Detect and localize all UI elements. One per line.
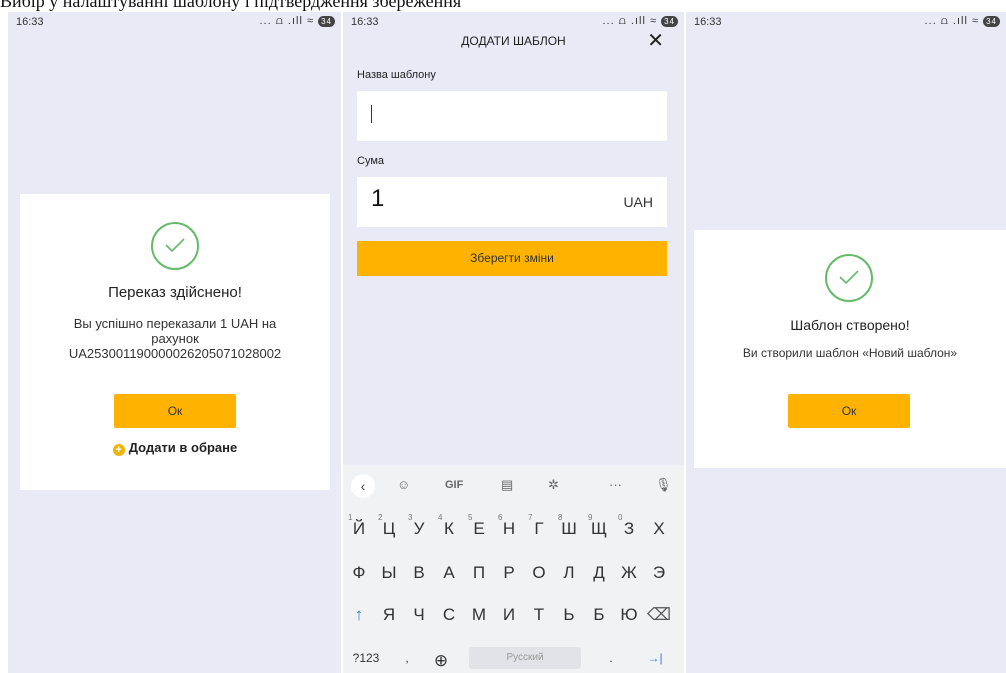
keyboard-back-icon[interactable]: ‹ — [351, 474, 375, 498]
shift-icon[interactable]: ↑ — [345, 605, 373, 625]
status-time: 16:33 — [351, 16, 379, 28]
ok-button[interactable]: Ок — [788, 394, 910, 428]
signal-icon: ... ⩍ .ıll ≈ — [259, 15, 315, 27]
status-icons: ... ⩍ .ıll ≈ 34 — [924, 15, 1000, 28]
key[interactable]: 2Ц — [375, 513, 403, 539]
signal-icon: ... ⩍ .ıll ≈ — [602, 15, 658, 27]
backspace-icon[interactable]: ⌫ — [645, 605, 673, 625]
save-changes-button[interactable]: Зберегти зміни — [357, 241, 667, 276]
page-title: ДОДАТИ ШАБЛОН — [461, 34, 566, 48]
key[interactable]: Ы — [375, 563, 403, 583]
status-time: 16:33 — [16, 16, 44, 28]
key[interactable]: 4К — [435, 513, 463, 539]
key[interactable]: И — [495, 605, 523, 625]
keyboard-toolbar: ‹ ☺ GIF ▤ ✲ ··· 🎙 — [343, 465, 684, 507]
mic-icon[interactable]: 🎙 — [655, 477, 672, 493]
check-icon — [151, 222, 199, 270]
status-bar: 16:33 ... ⩍ .ıll ≈ 34 — [343, 12, 684, 36]
battery-icon: 34 — [983, 15, 1000, 27]
dialog-account-number: UA253001190000026205071028002 — [68, 346, 282, 361]
settings-icon[interactable]: ✲ — [548, 477, 559, 493]
space-key[interactable]: Русский — [469, 647, 581, 669]
key[interactable]: Д — [585, 563, 613, 583]
clipboard-icon[interactable]: ▤ — [501, 477, 513, 493]
key[interactable]: Т — [525, 605, 553, 625]
key[interactable]: 9Щ — [585, 513, 613, 539]
dialog-line-1: Вы успішно переказали 1 UAH на — [73, 316, 277, 331]
success-dialog: Переказ здійснено! Вы успішно переказали… — [20, 194, 330, 490]
signal-icon: ... ⩍ .ıll ≈ — [924, 15, 980, 27]
key[interactable]: 0З — [615, 513, 643, 539]
period-key[interactable]: . — [597, 651, 625, 665]
screen-template-created: 16:33 ... ⩍ .ıll ≈ 34 Шаблон створено! В… — [686, 12, 1006, 673]
keyboard-row-2: Ф Ы В А П Р О Л Д Ж Э — [343, 555, 684, 595]
page-caption: Вибір у налаштуванні шаблону і підтвердж… — [0, 0, 462, 11]
amount-label: Сума — [357, 155, 385, 167]
gif-button[interactable]: GIF — [445, 479, 463, 491]
dialog-text: Ви створили шаблон «Новий шаблон» — [742, 346, 958, 360]
keyboard-row-1: 1Й 2Ц 3У 4К 5Е 6Н 7Г 8Ш 9Щ 0З Х — [343, 511, 684, 551]
check-icon — [825, 254, 873, 302]
status-bar: 16:33 ... ⩍ .ıll ≈ 34 — [686, 12, 1006, 36]
ok-button[interactable]: Ок — [114, 394, 236, 428]
add-to-favorites-link[interactable]: + Додати в обране — [20, 440, 330, 456]
key[interactable]: Ю — [615, 605, 643, 625]
key[interactable]: М — [465, 605, 493, 625]
success-dialog: Шаблон створено! Ви створили шаблон «Нов… — [694, 230, 1006, 468]
key[interactable]: 8Ш — [555, 513, 583, 539]
comma-key[interactable]: , — [393, 651, 421, 665]
more-icon[interactable]: ··· — [609, 477, 622, 492]
status-bar: 16:33 ... ⩍ .ıll ≈ 34 — [8, 12, 341, 36]
emoji-icon[interactable]: ☺ — [397, 477, 410, 492]
status-time: 16:33 — [694, 16, 722, 28]
key[interactable]: В — [405, 563, 433, 583]
battery-icon: 34 — [318, 15, 335, 27]
amount-input[interactable]: 1 UAH — [357, 177, 667, 227]
key[interactable]: П — [465, 563, 493, 583]
key[interactable]: Ф — [345, 563, 373, 583]
dialog-line-2: рахунок — [151, 331, 199, 346]
battery-icon: 34 — [661, 15, 678, 27]
key[interactable]: 5Е — [465, 513, 493, 539]
keyboard-row-3: ↑ Я Ч С М И Т Ь Б Ю ⌫ — [343, 597, 684, 637]
key[interactable]: Э — [645, 563, 673, 583]
dialog-title: Шаблон створено! — [790, 317, 910, 333]
status-icons: ... ⩍ .ıll ≈ 34 — [259, 15, 335, 28]
close-icon[interactable]: ✕ — [647, 28, 664, 53]
key[interactable]: Б — [585, 605, 613, 625]
enter-icon[interactable]: →| — [641, 651, 669, 665]
currency-label: UAH — [623, 194, 653, 210]
symbols-key[interactable]: ?123 — [349, 651, 383, 665]
key[interactable]: Ч — [405, 605, 433, 625]
keyboard-row-4: ?123 , ⊕ Русский . →| — [343, 643, 684, 673]
key[interactable]: С — [435, 605, 463, 625]
key[interactable]: 7Г — [525, 513, 553, 539]
key[interactable]: Л — [555, 563, 583, 583]
key[interactable]: 6Н — [495, 513, 523, 539]
template-name-input[interactable] — [357, 91, 667, 141]
key[interactable]: 1Й — [345, 513, 373, 539]
template-name-label: Назва шаблону — [357, 69, 436, 81]
screen-transfer-success: 16:33 ... ⩍ .ıll ≈ 34 Переказ здійснено!… — [8, 12, 341, 673]
key[interactable]: Ж — [615, 563, 643, 583]
onscreen-keyboard: ‹ ☺ GIF ▤ ✲ ··· 🎙 1Й 2Ц 3У 4К 5Е 6Н 7Г 8… — [343, 465, 684, 673]
key[interactable]: Ь — [555, 605, 583, 625]
key[interactable]: Р — [495, 563, 523, 583]
key[interactable]: Х — [645, 519, 673, 539]
screen-add-template: 16:33 ... ⩍ .ıll ≈ 34 ДОДАТИ ШАБЛОН ✕ На… — [343, 12, 684, 673]
status-icons: ... ⩍ .ıll ≈ 34 — [602, 15, 678, 28]
globe-icon[interactable]: ⊕ — [427, 651, 455, 671]
text-caret — [371, 105, 372, 123]
add-to-favorites-label: Додати в обране — [128, 440, 238, 455]
dialog-title: Переказ здійснено! — [108, 284, 242, 301]
key[interactable]: Я — [375, 605, 403, 625]
key[interactable]: О — [525, 563, 553, 583]
key[interactable]: А — [435, 563, 463, 583]
plus-icon: + — [112, 444, 125, 456]
key[interactable]: 3У — [405, 513, 433, 539]
amount-value: 1 — [371, 185, 385, 212]
